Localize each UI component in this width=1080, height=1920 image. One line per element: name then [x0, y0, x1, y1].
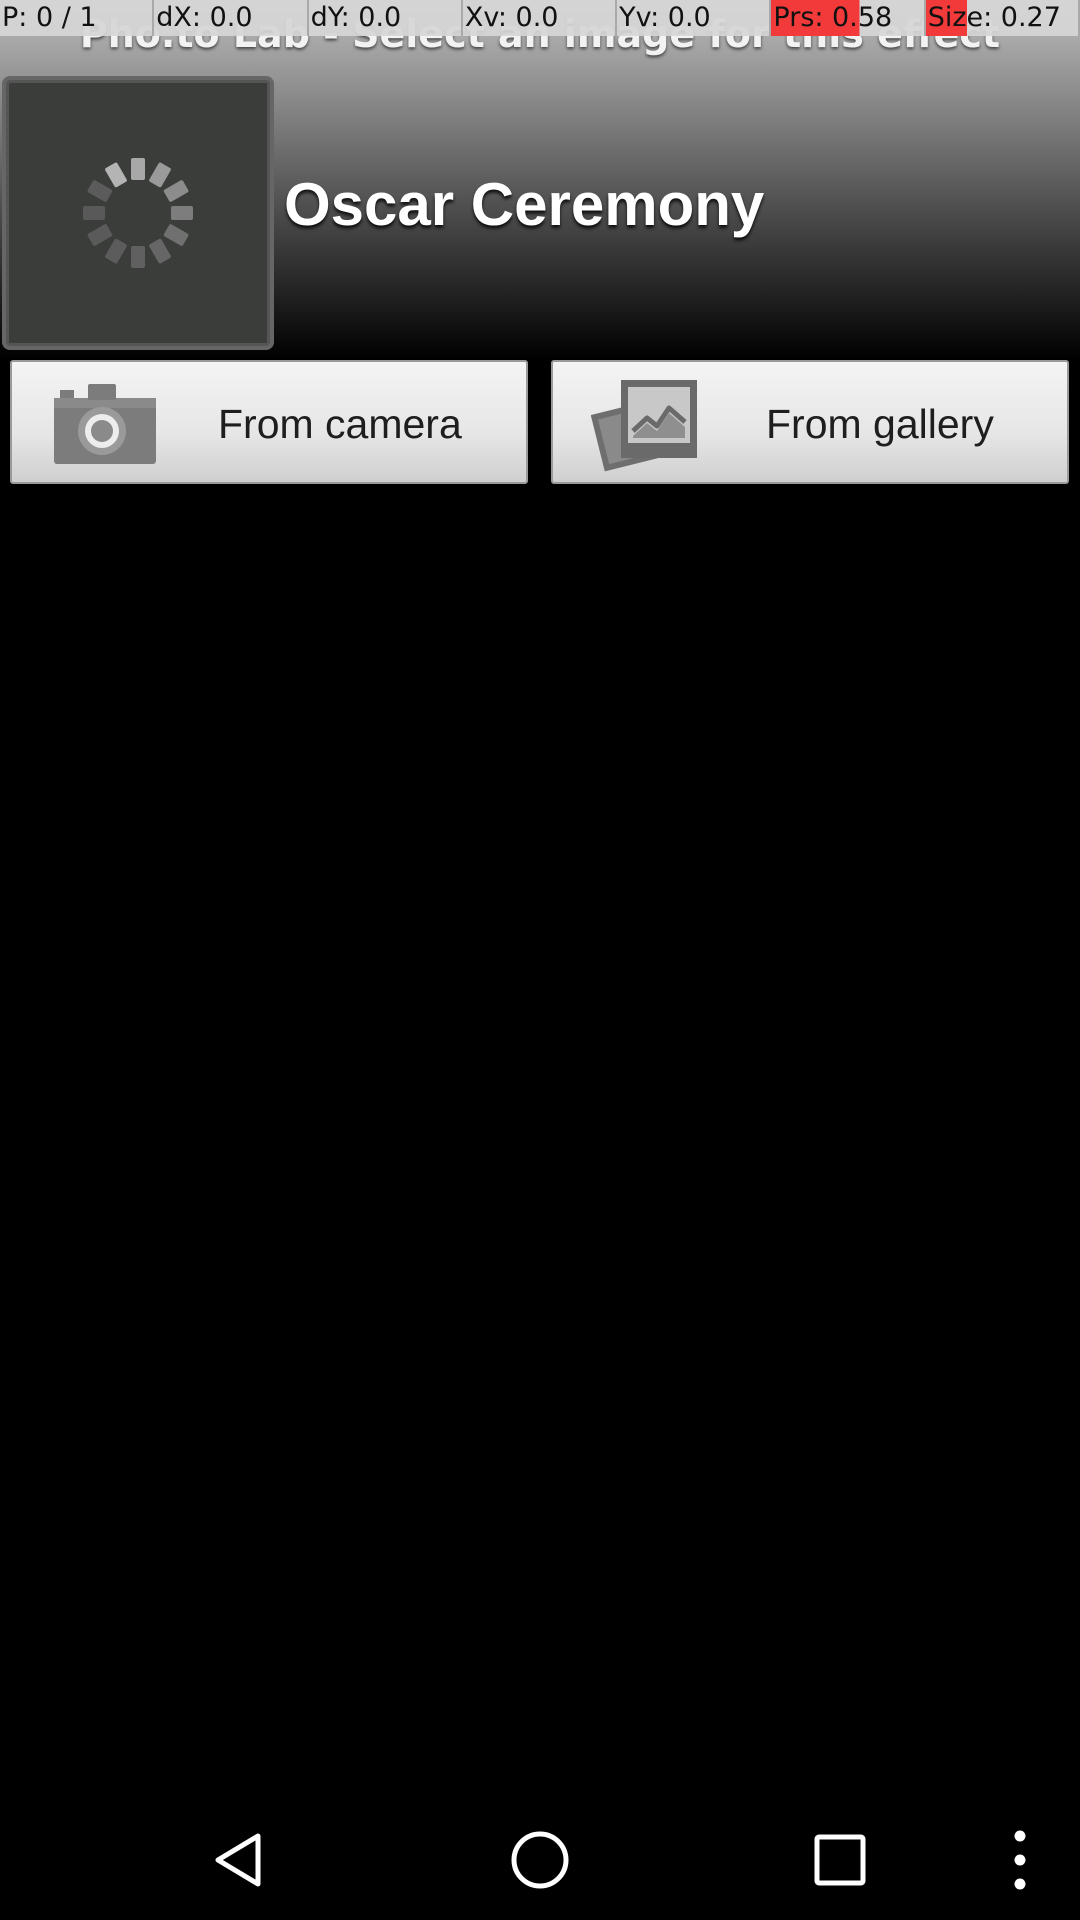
debug-pressure: Prs: 0.58: [771, 0, 926, 36]
camera-icon: [54, 384, 156, 464]
nav-back-button[interactable]: [180, 1800, 300, 1920]
debug-size: Size: 0.27: [925, 0, 1080, 36]
debug-pointer-count: P: 0 / 1: [0, 0, 155, 36]
overflow-menu-icon: [1014, 1830, 1026, 1890]
nav-home-button[interactable]: [480, 1800, 600, 1920]
nav-overflow-menu-button[interactable]: [960, 1800, 1080, 1920]
from-camera-label: From camera: [218, 401, 462, 447]
effect-title: Oscar Ceremony: [284, 171, 765, 238]
from-gallery-button[interactable]: From gallery: [551, 360, 1069, 484]
from-camera-button[interactable]: From camera: [10, 360, 528, 484]
debug-dy: dY: 0.0: [308, 0, 463, 36]
effect-thumbnail[interactable]: [2, 76, 274, 350]
navigation-bar: [0, 1800, 1080, 1920]
screen: P: 0 / 1 dX: 0.0 dY: 0.0 Xv: 0.0 Yv: 0.0…: [0, 0, 1080, 1920]
debug-xv: Xv: 0.0: [462, 0, 618, 36]
debug-yv: Yv: 0.0: [617, 0, 772, 36]
nav-recents-button[interactable]: [780, 1800, 900, 1920]
pointer-debug-bar: P: 0 / 1 dX: 0.0 dY: 0.0 Xv: 0.0 Yv: 0.0…: [0, 0, 1080, 36]
recents-icon: [814, 1834, 866, 1886]
gallery-icon: [591, 380, 697, 472]
from-gallery-label: From gallery: [766, 401, 994, 447]
home-icon: [511, 1831, 569, 1889]
thumbnail-placeholder: [6, 80, 270, 346]
debug-dx: dX: 0.0: [154, 0, 309, 36]
loading-spinner-icon: [83, 158, 193, 268]
back-icon: [215, 1833, 261, 1887]
